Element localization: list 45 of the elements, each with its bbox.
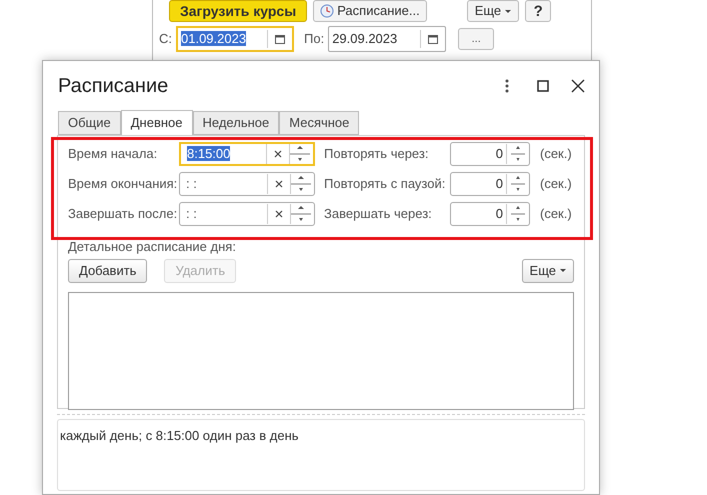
field-label: Время окончания: [68,175,178,194]
more-button[interactable]: ... [458,28,494,50]
field-label: Время начала: [68,145,158,164]
close-icon [571,79,585,93]
window-title: Расписание [58,74,170,99]
unit-label: (сек.) [540,175,572,194]
calendar-icon [275,34,285,44]
date-field[interactable]: 01.09.2023 [176,26,294,52]
schedule-button[interactable]: Расписание... [313,0,427,22]
field-label: Завершать после: [68,205,178,224]
number-field[interactable]: 0 [450,142,530,166]
field-label: Повторять через: [324,145,430,164]
number-field[interactable]: 0 [450,172,530,196]
more-button[interactable]: Еще [466,0,520,22]
field-label: По: [304,30,324,48]
calendar-icon [428,34,438,44]
clear-icon [275,180,283,188]
number-field[interactable]: 0 [450,202,530,226]
more-button[interactable]: Еще [522,258,574,282]
caret-icon [505,10,512,12]
date-field[interactable]: 29.09.2023 [328,26,446,52]
unit-label: (сек.) [540,205,572,224]
time-field[interactable]: : : [179,172,315,196]
caret-icon [560,269,566,272]
clear-icon [274,150,282,158]
field-label: Повторять с паузой: [324,175,446,194]
help-button[interactable]: ? [525,0,552,22]
more-icon [505,79,509,93]
time-field[interactable]: : : [179,202,315,226]
summary-text: каждый день; с 8:15:00 один раз в день [60,428,299,443]
toolbar-button[interactable]: Добавить [68,258,148,282]
tab[interactable]: Общие [58,111,121,135]
time-field[interactable]: 8:15:00 [179,142,315,166]
clock-icon [320,4,334,18]
schedule-list[interactable] [68,292,574,410]
tab[interactable]: Недельное [192,111,280,135]
section-label: Детальное расписание дня: [68,238,236,256]
field-label: С: [159,30,172,48]
tab[interactable]: Месячное [279,111,360,135]
tab[interactable]: Дневное [120,110,193,136]
clear-icon [275,210,283,218]
unit-label: (сек.) [540,145,572,164]
field-label: Завершать через: [324,205,433,224]
maximize-icon [537,80,549,92]
load-button[interactable]: Загрузить курсы [169,0,308,22]
